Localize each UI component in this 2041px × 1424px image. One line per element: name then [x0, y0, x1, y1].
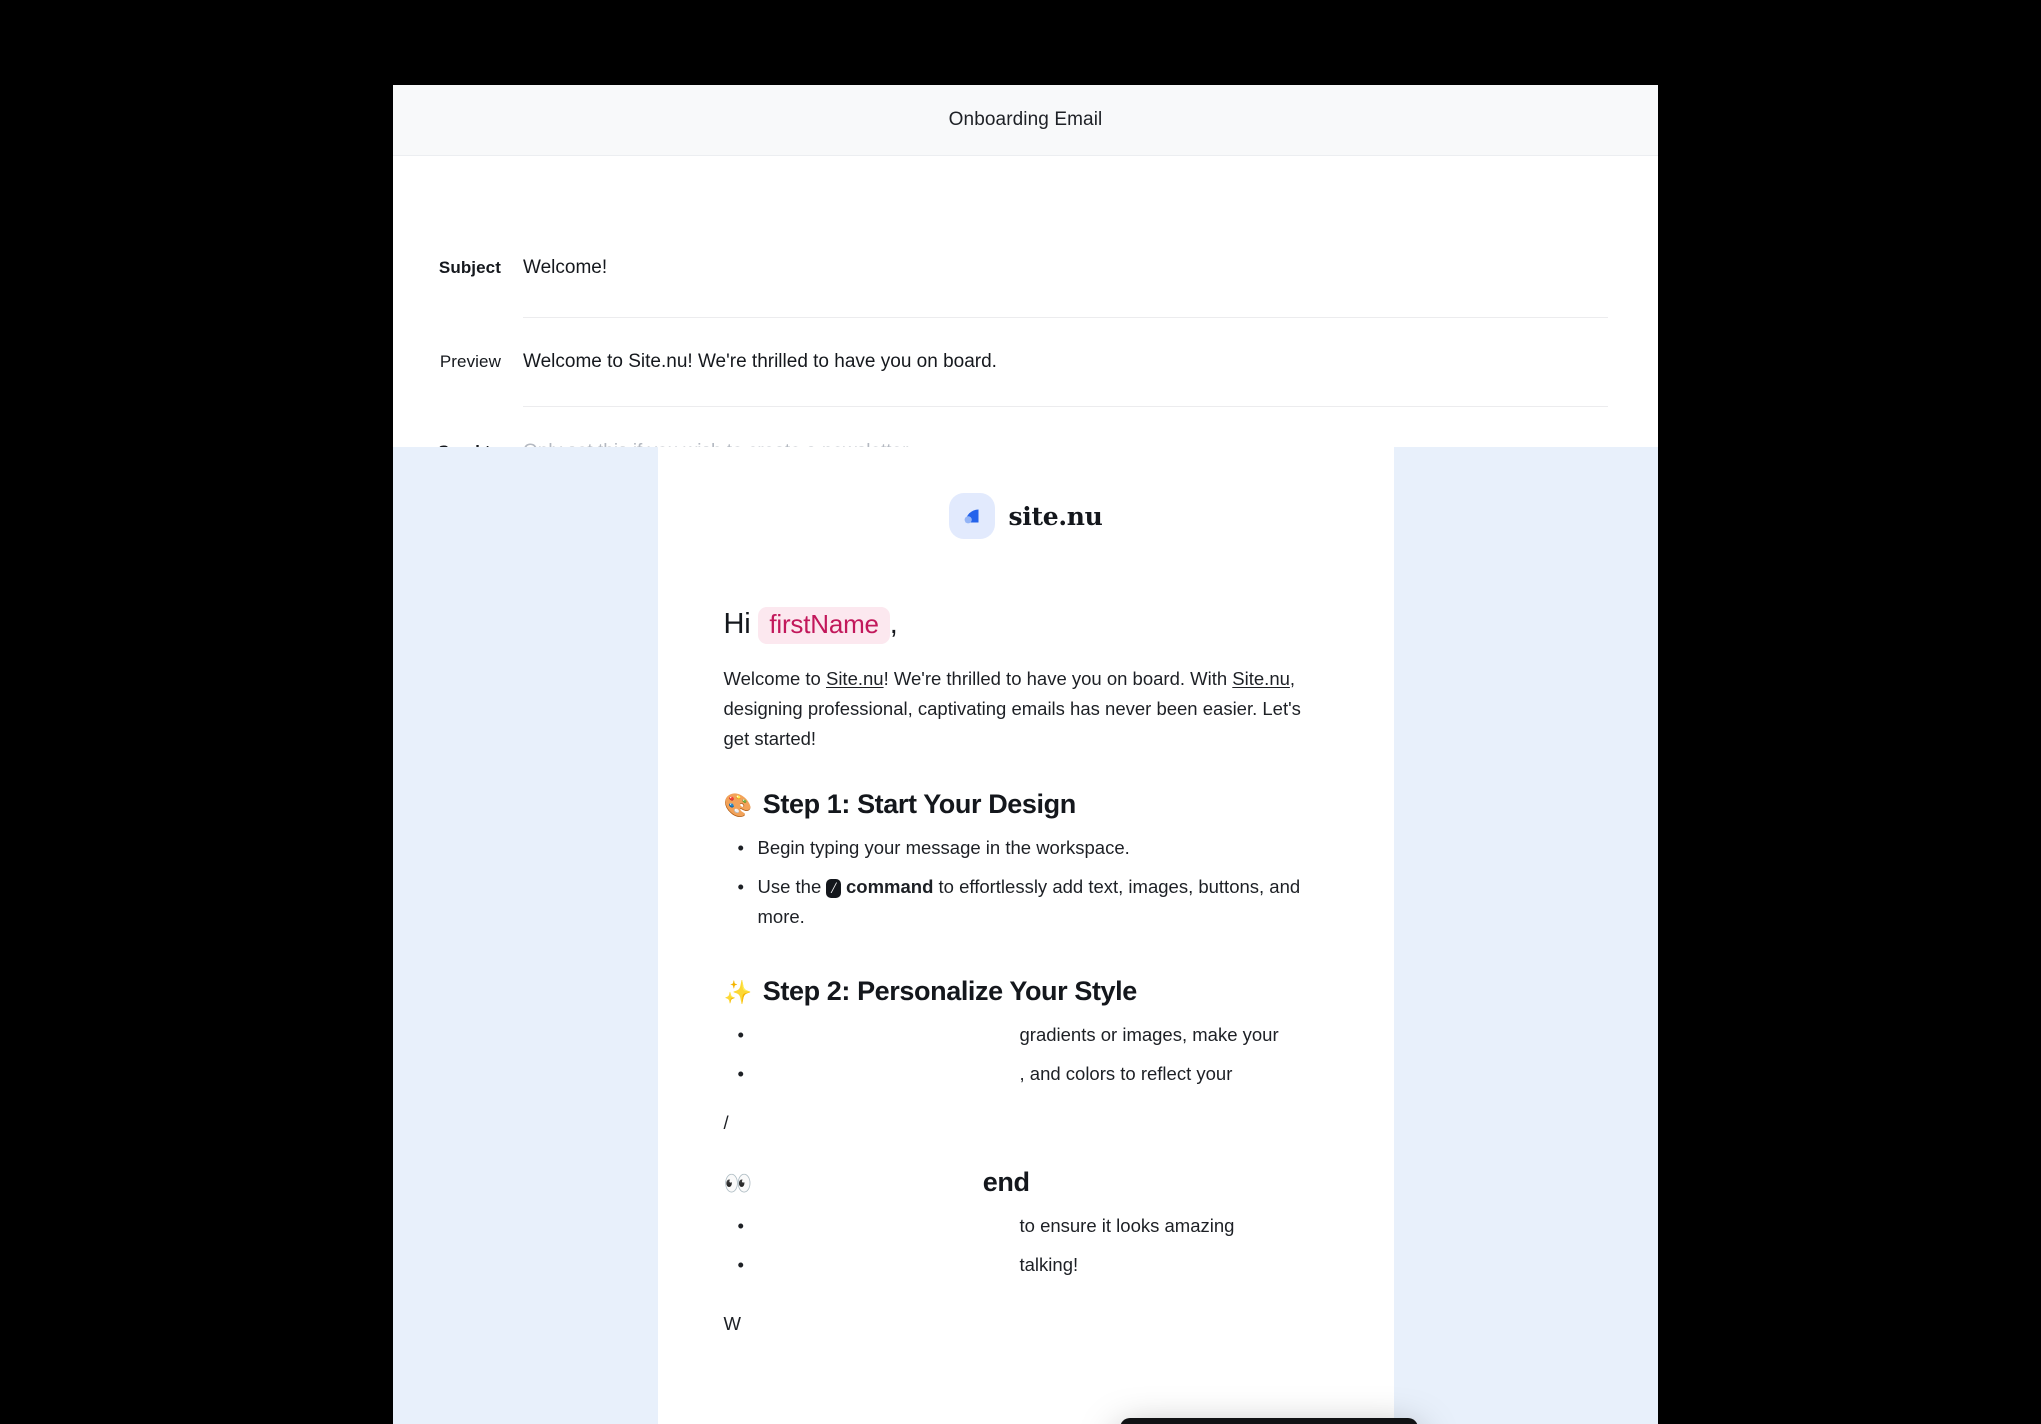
slash-key-badge: / — [826, 878, 841, 898]
preview-field-row[interactable]: Preview Welcome to Site.nu! We're thrill… — [393, 318, 1658, 407]
step-3-heading-text: end — [982, 1166, 1030, 1197]
step1-b2-bold: command — [846, 875, 934, 897]
list-item: Use the / command to effortlessly add te… — [738, 872, 1328, 941]
step-2-heading-text: Step 2: Personalize Your Style — [762, 975, 1138, 1006]
subject-label: Subject — [438, 258, 501, 277]
intro-text-a: Welcome to — [723, 667, 826, 689]
first-name-variable-chip[interactable]: firstName — [758, 607, 890, 644]
eyes-emoji-icon: 👀 — [723, 1169, 753, 1196]
site-nu-link-2[interactable]: Site.nu — [1232, 668, 1290, 689]
intro-text-b: ! We're thrilled to have you on board. W… — [883, 667, 1233, 689]
list-item: Begin typing your message in the workspa… — [738, 833, 1328, 872]
email-canvas: site.nu Hi firstName, Welcome to Site.nu… — [393, 447, 1658, 1424]
app-viewport: Onboarding Email Subject Welcome! Previe… — [393, 85, 1658, 1424]
preview-label: Preview — [439, 351, 501, 371]
step-1-heading-text: Step 1: Start Your Design — [762, 789, 1076, 820]
greeting-suffix: , — [889, 608, 898, 640]
step1-b2-a: Use the — [757, 875, 827, 897]
intro-paragraph: Welcome to Site.nu! We're thrilled to ha… — [724, 644, 1324, 754]
step-2-heading: ✨ Step 2: Personalize Your Style — [724, 941, 1328, 1007]
list-item: talking! — [738, 1250, 1328, 1289]
page-title: Onboarding Email — [948, 109, 1103, 130]
step-3-list: to ensure it looks amazing talking! — [724, 1198, 1328, 1289]
palette-emoji-icon: 🎨 — [723, 792, 753, 819]
preview-input[interactable]: Welcome to Site.nu! We're thrilled to ha… — [523, 350, 1608, 375]
site-nu-link-1[interactable]: Site.nu — [826, 668, 884, 689]
slash-command-menu[interactable]: FORMAT H1 Heading 1 H2 Heading 2 H3 Head… — [1120, 1418, 1418, 1424]
step-1-heading: 🎨 Step 1: Start Your Design — [724, 754, 1328, 820]
brand-header: site.nu — [724, 447, 1328, 557]
subject-field-row[interactable]: Subject Welcome! — [393, 156, 1658, 317]
email-body-card: site.nu Hi firstName, Welcome to Site.nu… — [657, 447, 1394, 1424]
step-3-heading: 👀 end — [724, 1132, 1328, 1198]
greeting-line: Hi firstName, — [724, 557, 1328, 644]
email-metadata-form: Subject Welcome! Preview Welcome to Site… — [393, 156, 1658, 462]
top-title-bar: Onboarding Email — [393, 85, 1658, 156]
subject-input[interactable]: Welcome! — [523, 256, 1608, 281]
greeting-prefix: Hi — [723, 608, 751, 640]
list-item: to ensure it looks amazing — [738, 1211, 1328, 1250]
closing-paragraph: W — [723, 1312, 741, 1334]
list-item: gradients or images, make your — [738, 1020, 1328, 1059]
brand-name: site.nu — [1008, 501, 1103, 531]
step-2-list: gradients or images, make your , and col… — [724, 1007, 1328, 1098]
list-item: , and colors to reflect your — [738, 1059, 1328, 1098]
step-1-list: Begin typing your message in the workspa… — [724, 820, 1328, 941]
slash-command-typed-text[interactable]: / — [724, 1098, 1328, 1133]
sparkles-emoji-icon: ✨ — [723, 978, 753, 1005]
site-nu-logo-icon — [948, 493, 995, 539]
